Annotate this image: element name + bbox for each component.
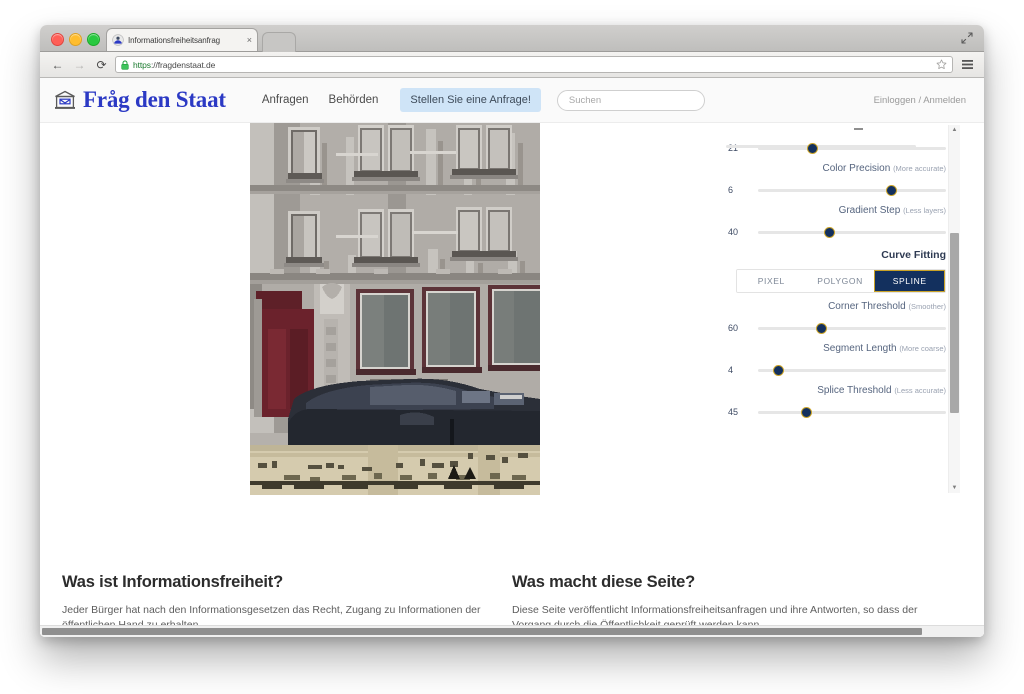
mode-tab-polygon[interactable]: POLYGON [805,270,875,292]
site-favicon-icon [112,34,124,46]
new-tab-button[interactable] [262,32,296,52]
slider-knob[interactable] [773,364,785,376]
url-scheme: https [133,59,151,70]
page-horizontal-scrollbar-thumb[interactable] [42,628,922,635]
window-minimize-button[interactable] [69,33,82,46]
reload-button[interactable]: ⟳ [93,56,110,73]
forward-button[interactable]: → [71,56,88,73]
curve-fitting-mode-tabs: PIXEL POLYGON SPLINE [736,269,946,293]
make-request-button[interactable]: Stellen Sie eine Anfrage! [400,88,541,112]
label-text: Color Precision [822,163,891,174]
slider-row-splice-threshold-value[interactable]: 45 [726,401,962,423]
scroll-up-arrow-icon[interactable]: ▲ [949,125,960,135]
scroll-down-arrow-icon[interactable]: ▼ [949,483,960,493]
label-text: Splice Threshold [817,385,892,396]
slider-knob[interactable] [885,184,897,196]
slider-row-corner-threshold-value[interactable]: 60 [726,317,962,339]
window-close-button[interactable] [51,33,64,46]
label-text: Gradient Step [838,205,901,216]
label-splice-threshold: Splice Threshold (Less accurate) [726,381,962,401]
panel-scrollbar[interactable]: ▲ ▼ [948,125,960,493]
nav-item-behoerden[interactable]: Behörden [329,94,379,106]
slider-row-segment-length-value[interactable]: 4 [726,359,962,381]
site-brand[interactable]: Fråg den Staat [54,87,242,113]
bookmark-star-icon[interactable] [936,59,947,70]
address-bar[interactable]: https ://fragdenstaat.de [115,56,953,73]
label-hint: (Less layers) [903,206,946,215]
slider-track[interactable] [758,322,946,334]
fullscreen-expand-icon[interactable] [960,31,974,45]
lock-icon [121,60,129,70]
browser-tab-title: Informationsfreiheitsanfrag [128,35,221,45]
nav-item-anfragen[interactable]: Anfragen [262,94,309,106]
slider-track[interactable] [758,226,946,238]
slider-row-layer-value[interactable]: 40 [726,221,962,243]
slider-knob[interactable] [823,226,835,238]
label-hint: (More coarse) [899,344,946,353]
slider-value: 40 [728,227,739,237]
login-register-link[interactable]: Einloggen / Anmelden [874,95,966,106]
slider-row-color-precision-value[interactable]: 21 [726,137,962,159]
label-text: Corner Threshold [828,301,906,312]
slider-knob[interactable] [807,142,819,154]
slider-row-gradient-step-value[interactable]: 6 [726,179,962,201]
browser-toolbar: ← → ⟳ https ://fragdenstaat.de [40,52,984,78]
label-hint: (More accurate) [893,164,946,173]
browser-tab[interactable]: Informationsfreiheitsanfrag × [106,28,258,51]
mode-tab-spline[interactable]: SPLINE [874,270,945,292]
back-button[interactable]: ← [49,56,66,73]
slider-value: 45 [728,407,739,417]
vectorizer-control-panel: 21 Color Precision (More accurate) 6 Gra… [726,123,962,495]
vectorized-building-image[interactable] [250,123,540,495]
page-viewport: Fråg den Staat Anfragen Behörden Stellen… [40,78,984,637]
window-maximize-button[interactable] [87,33,100,46]
tab-close-icon[interactable]: × [247,35,252,45]
browser-menu-icon[interactable] [959,57,975,73]
slider-value: 60 [728,323,739,333]
slider-track[interactable] [758,406,946,418]
slider-knob[interactable] [801,406,813,418]
label-text: Segment Length [823,343,897,354]
label-hint: (Smoother) [908,302,946,311]
building-logo-icon [54,90,76,110]
label-hint: (Less accurate) [894,386,946,395]
page-horizontal-scrollbar[interactable] [40,625,984,637]
slider-value: 4 [728,365,734,375]
info-column-title: Was ist Informationsfreiheit? [62,573,283,591]
search-input[interactable]: Suchen [556,89,705,111]
slider-value: 6 [728,185,734,195]
label-segment-length: Segment Length (More coarse) [726,339,962,359]
heading-curve-fitting: Curve Fitting [881,249,946,261]
panel-scrollbar-thumb[interactable] [950,233,959,413]
label-color-precision: Color Precision (More accurate) [726,159,962,179]
label-gradient-step: Gradient Step (Less layers) [726,201,962,221]
label-corner-threshold: Corner Threshold (Smoother) [726,297,962,317]
content-row: 21 Color Precision (More accurate) 6 Gra… [40,123,984,602]
slider-track[interactable] [758,364,946,376]
url-host: ://fragdenstaat.de [150,59,216,70]
slider-track[interactable] [758,184,946,196]
info-column-title: Was macht diese Seite? [512,573,695,591]
slider-track[interactable] [758,142,946,154]
browser-tab-strip: Informationsfreiheitsanfrag × [40,25,984,52]
mode-tab-pixel[interactable]: PIXEL [737,270,806,292]
panel-top-cut-element [854,128,863,130]
browser-window: Informationsfreiheitsanfrag × ← → ⟳ http… [40,25,984,637]
site-brand-text: Fråg den Staat [83,87,226,112]
search-placeholder: Suchen [568,94,602,106]
site-header: Fråg den Staat Anfragen Behörden Stellen… [40,78,984,123]
slider-knob[interactable] [816,322,828,334]
